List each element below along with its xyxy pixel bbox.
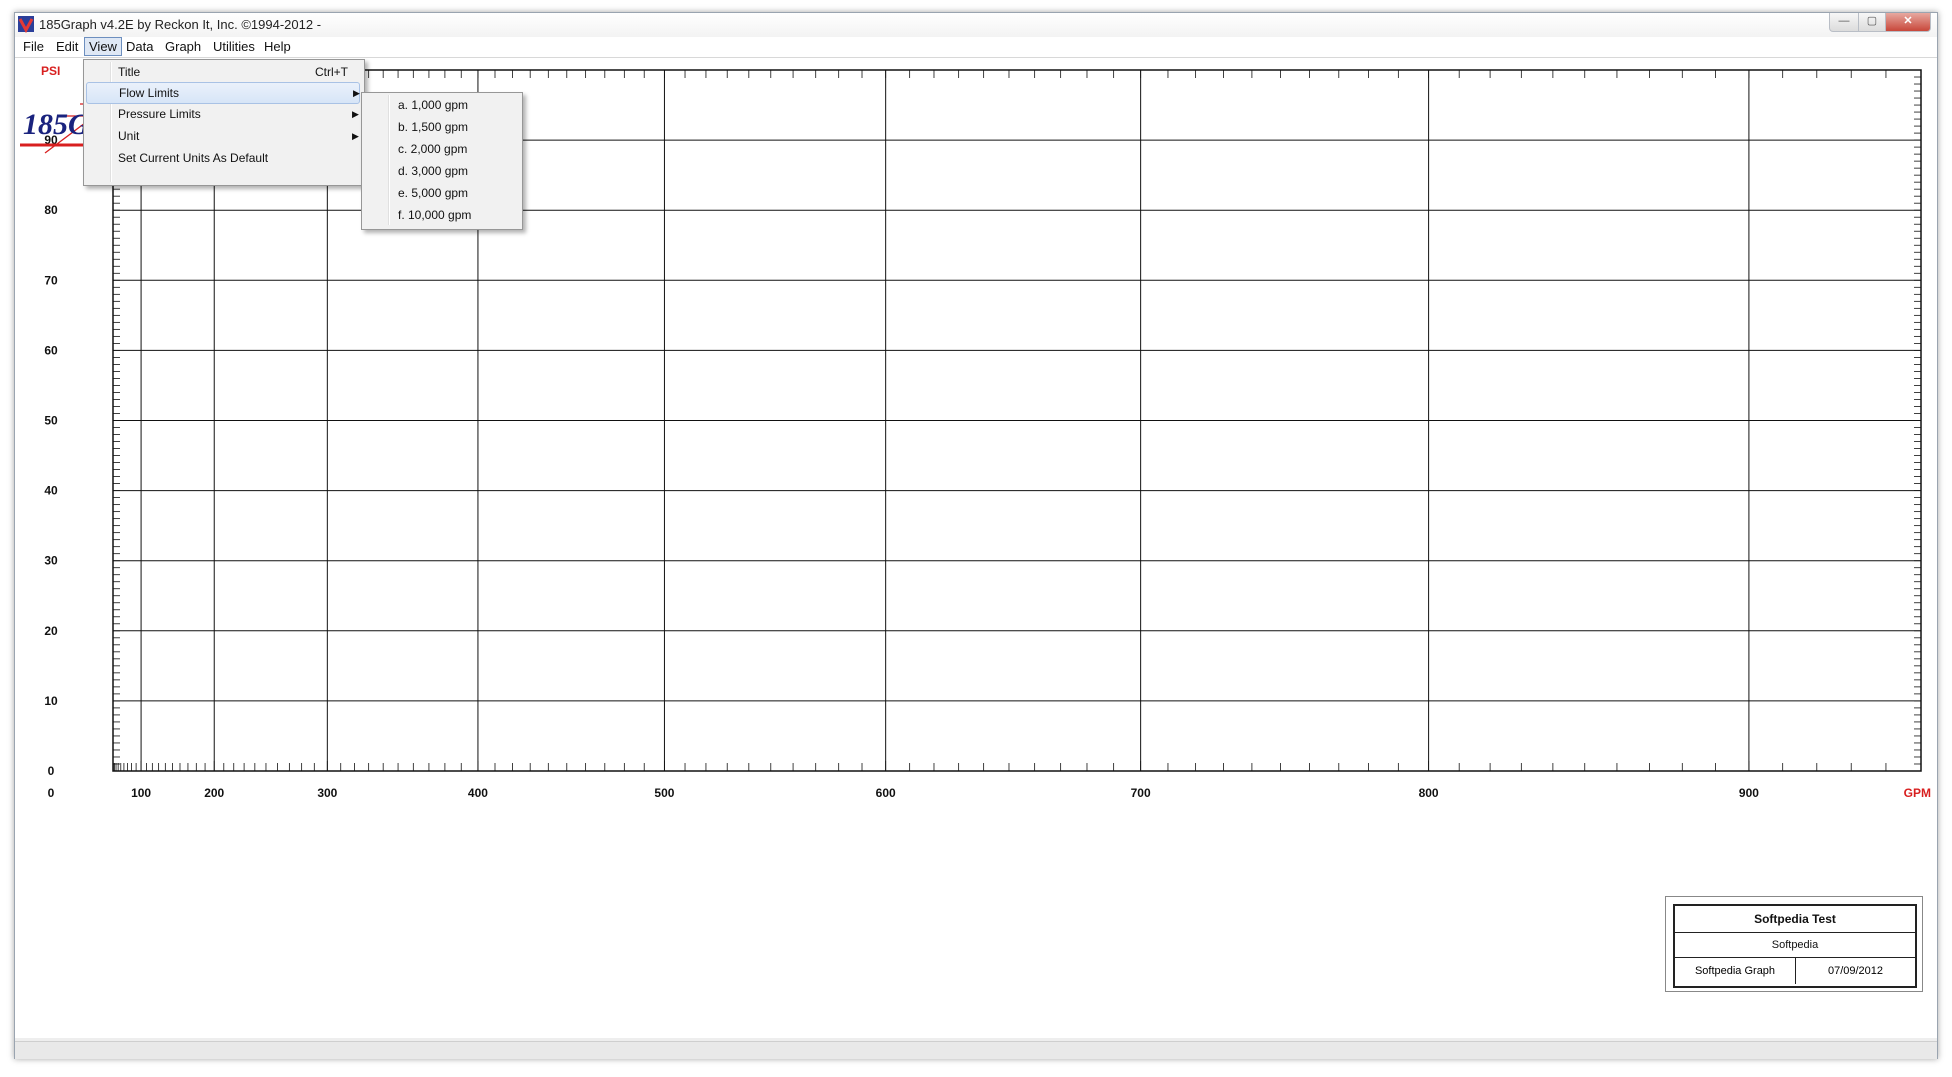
menu-label: Title [118, 65, 141, 79]
y-tick-label: 80 [44, 203, 58, 217]
view-menu-set-default[interactable]: Set Current Units As Default [86, 148, 360, 168]
x-tick-label: 400 [468, 786, 488, 800]
menu-bar: File Edit View Data Graph Utilities Help [15, 37, 1937, 58]
menu-data[interactable]: Data [122, 38, 157, 55]
y-tick-label: 30 [44, 554, 58, 568]
flow-limit-option[interactable]: b. 1,500 gpm [364, 117, 520, 137]
x-tick-label: 100 [131, 786, 151, 800]
x-tick-label: 600 [876, 786, 896, 800]
menu-label: Set Current Units As Default [118, 151, 269, 165]
x-tick-label: 200 [204, 786, 224, 800]
menu-label: Pressure Limits [118, 107, 201, 121]
menu-label: b. 1,500 gpm [398, 120, 469, 134]
menu-label: e. 5,000 gpm [398, 186, 469, 200]
menu-view[interactable]: View [84, 37, 122, 56]
menu-label: d. 3,000 gpm [398, 164, 469, 178]
flow-limits-submenu: a. 1,000 gpm b. 1,500 gpm c. 2,000 gpm d… [361, 92, 523, 230]
x-tick-label: 0 [48, 786, 55, 800]
submenu-arrow-icon: ▶ [352, 131, 359, 141]
menu-graph[interactable]: Graph [161, 38, 205, 55]
x-tick-label: 800 [1419, 786, 1439, 800]
title-bar: 185Graph v4.2E by Reckon It, Inc. ©1994-… [15, 13, 1937, 37]
y-tick-label: 10 [44, 694, 58, 708]
maximize-button[interactable]: ▢ [1858, 13, 1886, 32]
close-button[interactable]: ✕ [1885, 13, 1931, 32]
minimize-button[interactable]: — [1829, 13, 1859, 32]
menu-label: a. 1,000 gpm [398, 98, 469, 112]
menu-help[interactable]: Help [260, 38, 295, 55]
app-window: 185Graph v4.2E by Reckon It, Inc. ©1994-… [14, 12, 1938, 1059]
title-block-subtitle: Softpedia [1675, 933, 1915, 958]
flow-limit-option[interactable]: a. 1,000 gpm [364, 95, 520, 115]
title-block-title: Softpedia Test [1675, 906, 1915, 933]
n185-graph-chart: 0 10 20 30 40 50 60 70 80 900 100 200 300 400 500 600 70… [41, 64, 1931, 800]
flow-limit-option[interactable]: e. 5,000 gpm [364, 183, 520, 203]
window-title: 185Graph v4.2E by Reckon It, Inc. ©1994-… [39, 17, 322, 32]
menu-label: Unit [118, 129, 140, 143]
y-tick-label: 50 [44, 414, 58, 428]
view-menu-title[interactable]: Title Ctrl+T [86, 62, 360, 82]
menu-label: c. 2,000 gpm [398, 142, 468, 156]
view-menu-unit[interactable]: Unit ▶ [86, 126, 360, 146]
y-tick-label: 20 [44, 624, 58, 638]
view-menu-pressure-limits[interactable]: Pressure Limits ▶ [86, 104, 360, 124]
flow-limit-option[interactable]: f. 10,000 gpm [364, 205, 520, 225]
view-menu-flow-limits[interactable]: Flow Limits ▶ [86, 82, 360, 104]
y-tick-label: 40 [44, 484, 58, 498]
title-block-date: 07/09/2012 [1827, 965, 1884, 977]
menu-label: f. 10,000 gpm [398, 208, 472, 222]
menu-edit[interactable]: Edit [52, 38, 82, 55]
y-tick-label: 0 [48, 764, 55, 778]
graph-area[interactable]: 0 10 20 30 40 50 60 70 80 90 0 100 200 300 400 500 600 70… [15, 58, 1937, 1038]
app-icon [18, 16, 34, 33]
menu-accel: Ctrl+T [315, 65, 348, 79]
flow-limit-option[interactable]: d. 3,000 gpm [364, 161, 520, 181]
menu-label: Flow Limits [119, 86, 180, 100]
x-tick-label: 300 [317, 786, 337, 800]
title-block-name: Softpedia Graph [1675, 958, 1796, 984]
menu-file[interactable]: File [19, 38, 48, 55]
menu-utilities[interactable]: Utilities [209, 38, 259, 55]
submenu-arrow-icon: ▶ [352, 109, 359, 119]
x-tick-label: 700 [1131, 786, 1151, 800]
y-tick-label: 60 [44, 343, 58, 357]
y-tick-label: 70 [44, 273, 58, 287]
status-bar [15, 1041, 1937, 1059]
view-menu-dropdown: Title Ctrl+T Flow Limits ▶ Pressure Limi… [83, 59, 365, 186]
x-tick-label: 500 [654, 786, 674, 800]
x-tick-label: 900 [1739, 786, 1759, 800]
x-unit-label: GPM [1904, 786, 1931, 800]
title-block: Softpedia Test Softpedia Softpedia Graph… [1665, 896, 1923, 992]
submenu-arrow-icon: ▶ [353, 88, 360, 98]
flow-limit-option[interactable]: c. 2,000 gpm [364, 139, 520, 159]
